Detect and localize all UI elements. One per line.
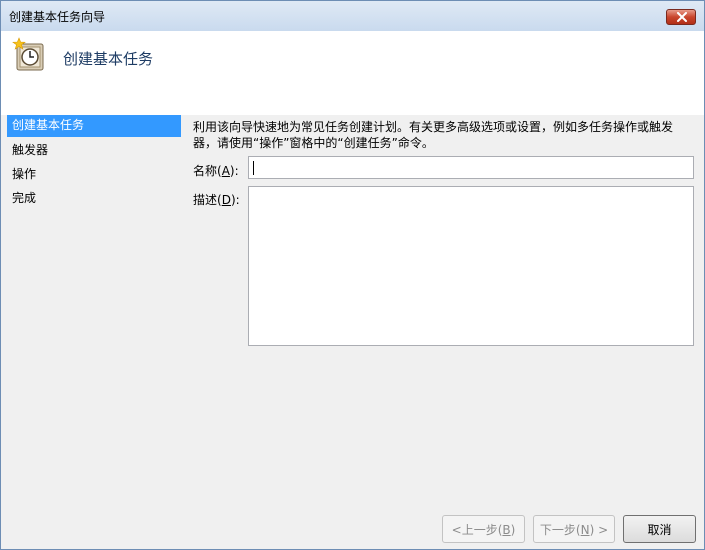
scheduled-task-clock-icon [12,37,44,71]
next-button[interactable]: 下一步(N) > [533,515,615,543]
window-title: 创建基本任务向导 [9,10,106,24]
wizard-step-list: 创建基本任务 触发器 操作 完成 [7,115,181,211]
wizard-window: 创建基本任务向导 创建基本任务 创建基本任务 触发器 操作 完成 利用该向导快速… [0,0,705,550]
close-icon [677,12,687,22]
step-item-create-basic-task[interactable]: 创建基本任务 [7,115,181,137]
step-item-trigger[interactable]: 触发器 [7,139,181,163]
wizard-header: 创建基本任务 [1,31,704,115]
page-title: 创建基本任务 [63,50,154,68]
title-bar[interactable]: 创建基本任务向导 [1,1,704,31]
close-button[interactable] [666,9,696,25]
text-caret [253,161,254,175]
back-button[interactable]: <上一步(B) [442,515,525,543]
cancel-button[interactable]: 取消 [623,515,696,543]
name-input[interactable] [248,156,694,179]
step-item-action[interactable]: 操作 [7,163,181,187]
wizard-description: 利用该向导快速地为常见任务创建计划。有关更多高级选项或设置，例如多任务操作或触发… [193,120,674,150]
description-label: 描述(D): [193,193,240,207]
name-label: 名称(A): [193,164,239,178]
description-textarea[interactable] [248,186,694,346]
step-item-finish[interactable]: 完成 [7,187,181,211]
